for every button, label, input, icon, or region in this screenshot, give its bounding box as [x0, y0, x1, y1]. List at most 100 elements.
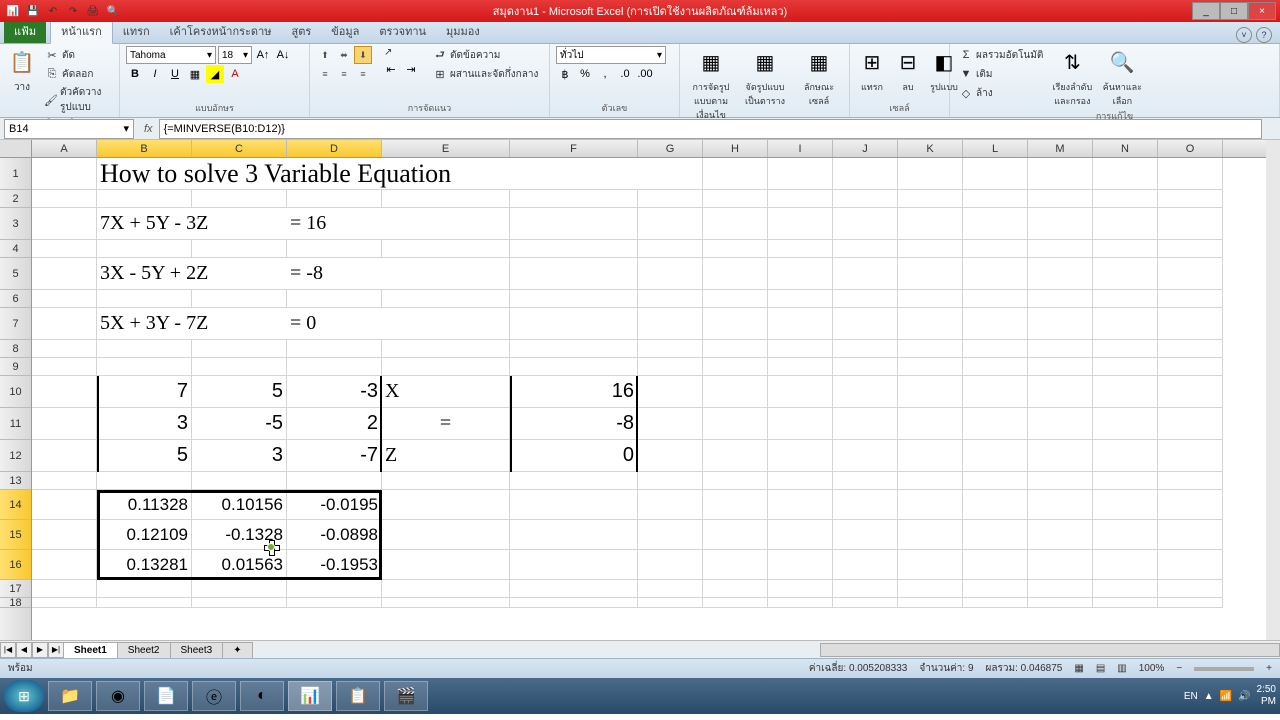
- cell-E2[interactable]: [382, 190, 510, 208]
- save-icon[interactable]: 💾: [24, 2, 42, 20]
- cell-G10[interactable]: [638, 376, 703, 408]
- cell-content[interactable]: 2: [287, 408, 382, 440]
- maximize-button[interactable]: □: [1220, 2, 1248, 20]
- table-format-icon[interactable]: ▦: [749, 46, 781, 78]
- cell-L6[interactable]: [963, 290, 1028, 308]
- view-layout-icon[interactable]: ▤: [1096, 663, 1105, 674]
- zoom-out-button[interactable]: −: [1176, 663, 1182, 674]
- col-header-K[interactable]: K: [898, 140, 963, 157]
- cell-M16[interactable]: [1028, 550, 1093, 580]
- cell-content[interactable]: -8: [510, 408, 638, 440]
- cell-A4[interactable]: [32, 240, 97, 258]
- cell-E18[interactable]: [382, 598, 510, 608]
- align-bottom-button[interactable]: ⬇: [354, 46, 372, 64]
- cell-E16[interactable]: [382, 550, 510, 580]
- row-header-12[interactable]: 12: [0, 440, 31, 472]
- cell-content[interactable]: 7: [97, 376, 192, 408]
- cell-G11[interactable]: [638, 408, 703, 440]
- tray-lang[interactable]: EN: [1184, 691, 1198, 702]
- cell-O5[interactable]: [1158, 258, 1223, 290]
- cell-J8[interactable]: [833, 340, 898, 358]
- row-header-10[interactable]: 10: [0, 376, 31, 408]
- cell-content[interactable]: -5: [192, 408, 287, 440]
- cell-content[interactable]: -7: [287, 440, 382, 472]
- cell-N12[interactable]: [1093, 440, 1158, 472]
- cell-F14[interactable]: [510, 490, 638, 520]
- cell-M2[interactable]: [1028, 190, 1093, 208]
- fill-button[interactable]: ▼เติม: [956, 65, 1045, 83]
- cell-I12[interactable]: [768, 440, 833, 472]
- cell-J1[interactable]: [833, 158, 898, 190]
- cell-G12[interactable]: [638, 440, 703, 472]
- cell-J7[interactable]: [833, 308, 898, 340]
- row-header-5[interactable]: 5: [0, 258, 31, 290]
- paste-icon[interactable]: 📋: [6, 46, 38, 78]
- new-sheet-button[interactable]: ✦: [222, 642, 252, 658]
- cell-K17[interactable]: [898, 580, 963, 598]
- cell-N2[interactable]: [1093, 190, 1158, 208]
- cell-K12[interactable]: [898, 440, 963, 472]
- next-sheet-button[interactable]: ▶: [32, 642, 48, 658]
- cell-L8[interactable]: [963, 340, 1028, 358]
- cell-G7[interactable]: [638, 308, 703, 340]
- cell-N11[interactable]: [1093, 408, 1158, 440]
- number-format-select[interactable]: ทั่วไป▾: [556, 46, 666, 64]
- cell-M15[interactable]: [1028, 520, 1093, 550]
- cell-H16[interactable]: [703, 550, 768, 580]
- row-header-3[interactable]: 3: [0, 208, 31, 240]
- cell-E13[interactable]: [382, 472, 510, 490]
- cell-F15[interactable]: [510, 520, 638, 550]
- cell-H5[interactable]: [703, 258, 768, 290]
- cell-N15[interactable]: [1093, 520, 1158, 550]
- col-header-D[interactable]: D: [287, 140, 382, 157]
- cell-L5[interactable]: [963, 258, 1028, 290]
- tab-formulas[interactable]: สูตร: [282, 19, 322, 43]
- cell-J6[interactable]: [833, 290, 898, 308]
- col-header-E[interactable]: E: [382, 140, 510, 157]
- ie-icon[interactable]: ⓔ: [192, 681, 236, 711]
- delete-cells-icon[interactable]: ⊟: [892, 46, 924, 78]
- align-left-button[interactable]: ≡: [316, 65, 334, 83]
- align-top-button[interactable]: ⬆: [316, 46, 334, 64]
- cell-content[interactable]: = 16: [287, 208, 510, 240]
- cell-J18[interactable]: [833, 598, 898, 608]
- cell-I18[interactable]: [768, 598, 833, 608]
- close-button[interactable]: ×: [1248, 2, 1276, 20]
- cell-K6[interactable]: [898, 290, 963, 308]
- row-header-6[interactable]: 6: [0, 290, 31, 308]
- tray-network-icon[interactable]: 📶: [1220, 691, 1232, 702]
- cell-M8[interactable]: [1028, 340, 1093, 358]
- col-header-N[interactable]: N: [1093, 140, 1158, 157]
- cell-L9[interactable]: [963, 358, 1028, 376]
- cell-D6[interactable]: [287, 290, 382, 308]
- view-normal-icon[interactable]: ▦: [1074, 663, 1083, 674]
- cell-A2[interactable]: [32, 190, 97, 208]
- cell-G8[interactable]: [638, 340, 703, 358]
- explorer-icon[interactable]: 📁: [48, 681, 92, 711]
- chrome-icon[interactable]: ◉: [96, 681, 140, 711]
- cond-format-button[interactable]: การจัดรูปแบบตามเงื่อนไข: [686, 79, 736, 123]
- cell-G9[interactable]: [638, 358, 703, 376]
- cell-I6[interactable]: [768, 290, 833, 308]
- tab-data[interactable]: ข้อมูล: [321, 19, 369, 43]
- cell-B9[interactable]: [97, 358, 192, 376]
- cell-F2[interactable]: [510, 190, 638, 208]
- cell-H2[interactable]: [703, 190, 768, 208]
- cell-D17[interactable]: [287, 580, 382, 598]
- excel-task-icon[interactable]: 📊: [288, 681, 332, 711]
- cell-K5[interactable]: [898, 258, 963, 290]
- cell-M14[interactable]: [1028, 490, 1093, 520]
- currency-button[interactable]: ฿: [556, 65, 574, 83]
- cell-content[interactable]: 3: [192, 440, 287, 472]
- cell-F8[interactable]: [510, 340, 638, 358]
- cell-I13[interactable]: [768, 472, 833, 490]
- cell-style-button[interactable]: ลักษณะเซลล์: [794, 79, 844, 109]
- row-header-17[interactable]: 17: [0, 580, 31, 598]
- print-icon[interactable]: 🖨: [84, 2, 102, 20]
- cell-L11[interactable]: [963, 408, 1028, 440]
- cell-I8[interactable]: [768, 340, 833, 358]
- cell-F3[interactable]: [510, 208, 638, 240]
- cell-J17[interactable]: [833, 580, 898, 598]
- cell-C2[interactable]: [192, 190, 287, 208]
- cell-I5[interactable]: [768, 258, 833, 290]
